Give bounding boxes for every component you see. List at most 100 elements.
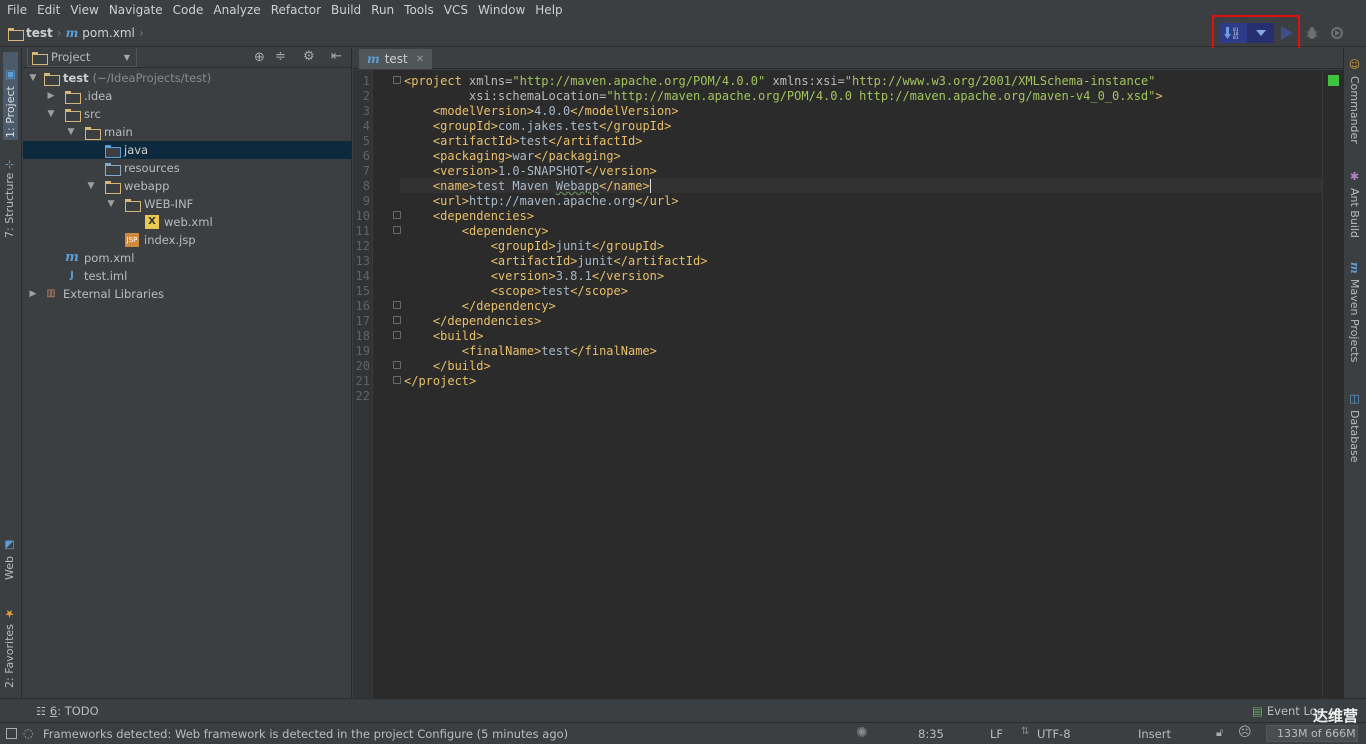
fold-marker-icon[interactable]	[393, 211, 401, 219]
menu-code[interactable]: Code	[168, 3, 209, 17]
code-line: <finalName>test</finalName>	[461, 344, 657, 358]
memory-indicator[interactable]: 133M of 666M	[1266, 725, 1358, 742]
target-icon[interactable]: ⊕	[254, 50, 265, 65]
menu-help[interactable]: Help	[530, 3, 567, 17]
lock-icon[interactable]: 🔓︎	[1216, 726, 1223, 740]
status-bar: ◌ Frameworks detected: Web framework is …	[0, 722, 1366, 744]
expanded-arrow-icon[interactable]: ▼	[104, 199, 118, 209]
project-view-dropdown[interactable]: Project ▼	[27, 48, 137, 67]
library-icon: ▥	[46, 288, 56, 299]
line-number: 15	[355, 284, 370, 298]
tree-item-idea[interactable]: ▶ .idea	[23, 87, 352, 105]
tree-item-web-xml[interactable]: X web.xml	[23, 213, 352, 231]
tree-item-web-inf[interactable]: ▼ WEB-INF	[23, 195, 352, 213]
gear-icon[interactable]: ⚙	[303, 49, 315, 64]
fold-marker-icon[interactable]	[393, 331, 401, 339]
toggle-tool-windows-icon[interactable]	[6, 728, 17, 739]
menu-refactor[interactable]: Refactor	[266, 3, 326, 17]
expanded-arrow-icon[interactable]: ▼	[26, 73, 40, 83]
tab-structure[interactable]: 7: Structure ⊹	[3, 148, 16, 238]
tree-item-pom-xml[interactable]: m pom.xml	[23, 249, 352, 267]
expanded-arrow-icon[interactable]: ▼	[64, 127, 78, 137]
editor-scrollbar[interactable]	[1322, 70, 1343, 698]
fold-marker-icon[interactable]	[393, 226, 401, 234]
tab-web[interactable]: Web ◪	[3, 536, 16, 580]
background-tasks-icon[interactable]: ✺	[856, 725, 868, 741]
tab-favorites[interactable]: 2: Favorites ★	[3, 598, 16, 688]
tab-maven-projects[interactable]: m Maven Projects	[1348, 262, 1361, 362]
star-icon: ★	[3, 607, 16, 621]
menu-view[interactable]: View	[65, 3, 103, 17]
editor-tab-test[interactable]: m test ✕	[359, 49, 433, 69]
maven-icon: m	[367, 52, 380, 66]
tree-item-label: web.xml	[164, 215, 213, 229]
coverage-button[interactable]	[1327, 23, 1347, 43]
fold-marker-icon[interactable]	[393, 301, 401, 309]
tree-item-index-jsp[interactable]: JSP index.jsp	[23, 231, 352, 249]
tab-commander[interactable]: ☺ Commander	[1348, 58, 1361, 144]
xml-file-icon: X	[145, 215, 159, 229]
code-line: <groupId>junit</groupId>	[490, 239, 665, 253]
menu-file[interactable]: File	[2, 3, 32, 17]
code-line: </build>	[432, 359, 491, 373]
fold-marker-icon[interactable]	[393, 376, 401, 384]
tree-item-webapp[interactable]: ▼ webapp	[23, 177, 352, 195]
menu-run[interactable]: Run	[366, 3, 399, 17]
expanded-arrow-icon[interactable]: ▼	[84, 181, 98, 191]
menu-window[interactable]: Window	[473, 3, 530, 17]
editor-tab-bar: m test ✕	[353, 48, 1343, 69]
code-line: <artifactId>junit</artifactId>	[490, 254, 708, 268]
caret-position[interactable]: 8:35	[918, 727, 944, 741]
menu-build[interactable]: Build	[326, 3, 366, 17]
code-line: <version>3.8.1</version>	[490, 269, 665, 283]
chevron-right-icon: ›	[138, 26, 144, 40]
tree-item-java[interactable]: java	[23, 141, 352, 159]
line-number: 19	[355, 344, 370, 358]
tree-item-external-libraries[interactable]: ▶ ▥ External Libraries	[23, 285, 352, 303]
commander-tab-label: Commander	[1348, 76, 1361, 144]
project-tab-label: 1: Project	[4, 86, 17, 138]
menu-analyze[interactable]: Analyze	[208, 3, 265, 17]
right-tool-strip: ☺ Commander ✱ Ant Build m Maven Projects…	[1343, 48, 1366, 698]
tab-todo[interactable]: ☷ 6: TODO	[36, 704, 99, 718]
status-message[interactable]: Frameworks detected: Web framework is de…	[43, 727, 568, 741]
fold-marker-icon[interactable]	[393, 76, 401, 84]
menu-bar: File Edit View Navigate Code Analyze Ref…	[0, 0, 1366, 20]
menu-edit[interactable]: Edit	[32, 3, 65, 17]
tree-item-test-iml[interactable]: J test.iml	[23, 267, 352, 285]
collapsed-arrow-icon[interactable]: ▶	[26, 289, 40, 299]
code-line: <version>1.0-SNAPSHOT</version>	[432, 164, 657, 178]
line-separator[interactable]: LF	[990, 727, 1003, 741]
line-number: 21	[355, 374, 370, 388]
breadcrumb: test › m pom.xml ›	[8, 26, 144, 41]
tab-ant-build[interactable]: ✱ Ant Build	[1348, 170, 1361, 238]
fold-marker-icon[interactable]	[393, 361, 401, 369]
hide-icon[interactable]: ⇤	[331, 49, 342, 64]
web-icon: ◪	[3, 539, 16, 553]
tree-item-src[interactable]: ▼ src	[23, 105, 352, 123]
expanded-arrow-icon[interactable]: ▼	[44, 109, 58, 119]
tree-item-label: webapp	[124, 179, 170, 193]
tree-item-main[interactable]: ▼ main	[23, 123, 352, 141]
tab-project[interactable]: 1: Project ▣	[3, 52, 18, 140]
debug-button[interactable]	[1302, 23, 1322, 43]
menu-vcs[interactable]: VCS	[439, 3, 473, 17]
jsp-file-icon: JSP	[125, 233, 139, 247]
insert-mode[interactable]: Insert	[1138, 727, 1171, 741]
project-panel: Project ▼ ⊕ ≑ ⚙ ⇤ ▼ test (~/IdeaProjects…	[23, 48, 352, 698]
breadcrumb-file[interactable]: pom.xml	[82, 26, 135, 40]
inspector-icon[interactable]: ☹	[1238, 725, 1252, 740]
fold-marker-icon[interactable]	[393, 316, 401, 324]
menu-navigate[interactable]: Navigate	[104, 3, 168, 17]
menu-tools[interactable]: Tools	[399, 3, 439, 17]
collapse-icon[interactable]: ≑	[275, 49, 286, 64]
file-encoding[interactable]: UTF-8	[1037, 727, 1071, 741]
line-number: 3	[362, 104, 370, 118]
tree-item-test[interactable]: ▼ test (~/IdeaProjects/test)	[23, 69, 352, 87]
collapsed-arrow-icon[interactable]: ▶	[44, 91, 58, 101]
tree-item-resources[interactable]: resources	[23, 159, 352, 177]
web-folder-icon	[105, 180, 121, 194]
breadcrumb-project[interactable]: test	[26, 26, 53, 40]
tab-database[interactable]: ◫ Database	[1348, 392, 1361, 463]
close-icon[interactable]: ✕	[416, 54, 424, 65]
